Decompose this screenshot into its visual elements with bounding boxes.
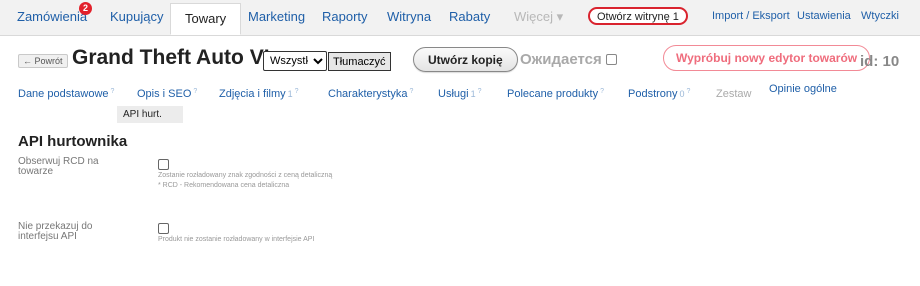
- create-copy-button[interactable]: Utwórz kopię: [413, 47, 518, 72]
- subtab-opis-seo[interactable]: Opis i SEO?: [137, 88, 197, 100]
- product-id: id: 10: [860, 53, 900, 70]
- help-icon: ?: [294, 88, 299, 95]
- orders-count-badge: 2: [79, 2, 92, 15]
- help-icon: ?: [477, 88, 482, 95]
- subtab-label: Polecane produkty: [507, 88, 599, 100]
- field-label-api: Nie przekazuj do interfejsu API: [18, 222, 128, 242]
- back-button[interactable]: ← Powrót: [18, 54, 68, 68]
- import-export-link[interactable]: Import / Eksport: [712, 10, 790, 22]
- subtab-count: 1: [470, 89, 476, 99]
- subtab-uslugi[interactable]: Usługi 1?: [438, 88, 482, 100]
- settings-link[interactable]: Ustawienia: [797, 10, 851, 22]
- status-label: Ожидается: [520, 51, 602, 68]
- help-icon: ?: [600, 88, 605, 95]
- help-icon: ?: [193, 88, 198, 95]
- subtab-label: Podstrony: [628, 88, 678, 100]
- tab-raporty[interactable]: Raporty: [322, 9, 368, 24]
- open-store-button[interactable]: Otwórz witrynę 1: [588, 7, 688, 25]
- tab-wiecej[interactable]: Więcej ▾: [514, 9, 563, 25]
- subtab-label: Charakterystyka: [328, 88, 408, 100]
- translate-button[interactable]: Tłumaczyć: [328, 52, 391, 71]
- help-icon: ?: [110, 88, 115, 95]
- subtab-count: 0: [679, 89, 685, 99]
- api-checkbox[interactable]: [158, 223, 169, 234]
- subtab-zdjecia-filmy[interactable]: Zdjęcia i filmy 1?: [219, 88, 299, 100]
- subtab-polecane-produkty[interactable]: Polecane produkty?: [507, 88, 604, 100]
- hint-line: Zostanie rozładowany znak zgodności z ce…: [158, 172, 333, 179]
- plugins-link[interactable]: Wtyczki: [861, 10, 899, 22]
- subtab-label: Dane podstawowe: [18, 88, 109, 100]
- subtab-label: Opis i SEO: [137, 88, 192, 100]
- product-title: Grand Theft Auto VI: [72, 46, 270, 69]
- help-icon: ?: [686, 88, 691, 95]
- section-title: API hurtownika: [18, 133, 128, 150]
- subtab-api-hurt[interactable]: API hurt.: [117, 106, 183, 123]
- subtab-dane-podstawowe[interactable]: Dane podstawowe?: [18, 88, 114, 100]
- status-checkbox[interactable]: [605, 53, 617, 65]
- field-label-rcd: Obserwuj RCD na towarze: [18, 157, 128, 177]
- label-line: interfejsu API: [18, 231, 77, 242]
- tab-witryna[interactable]: Witryna: [387, 9, 431, 24]
- subtab-opinie-ogolne[interactable]: Opinie ogólne: [769, 83, 837, 95]
- rcd-checkbox[interactable]: [158, 159, 169, 170]
- subtab-label: Zdjęcia i filmy: [219, 88, 286, 100]
- tab-rabaty[interactable]: Rabaty: [449, 9, 490, 24]
- subtab-label: Usługi: [438, 88, 469, 100]
- subtab-podstrony[interactable]: Podstrony 0?: [628, 88, 690, 100]
- top-navigation: Zamówienia 2 Kupujący Towary Marketing R…: [0, 0, 920, 36]
- rcd-hint: Zostanie rozładowany znak zgodności z ce…: [158, 171, 332, 191]
- hint-line: * RCD - Rekomendowana cena detaliczna: [158, 182, 290, 189]
- help-icon: ?: [409, 88, 414, 95]
- try-new-editor-button[interactable]: Wypróbuj nowy edytor towarów: [663, 45, 871, 71]
- subtab-zestaw[interactable]: Zestaw: [716, 88, 751, 100]
- tab-towary[interactable]: Towary: [170, 3, 242, 35]
- tab-zamowienia[interactable]: Zamówienia: [17, 9, 87, 24]
- language-select[interactable]: Wszystkie: [263, 51, 327, 71]
- subtab-charakterystyka[interactable]: Charakterystyka?: [328, 88, 413, 100]
- subtab-count: 1: [287, 89, 293, 99]
- api-hint: Produkt nie zostanie rozładowany w inter…: [158, 235, 314, 245]
- tab-label: Zamówienia: [17, 9, 88, 24]
- label-line: towarze: [18, 166, 54, 177]
- status-toggle[interactable]: Ожидается: [520, 51, 617, 68]
- tab-kupujacy[interactable]: Kupujący: [110, 9, 163, 24]
- tab-marketing[interactable]: Marketing: [248, 9, 305, 24]
- hint-line: Produkt nie zostanie rozładowany w inter…: [158, 236, 315, 243]
